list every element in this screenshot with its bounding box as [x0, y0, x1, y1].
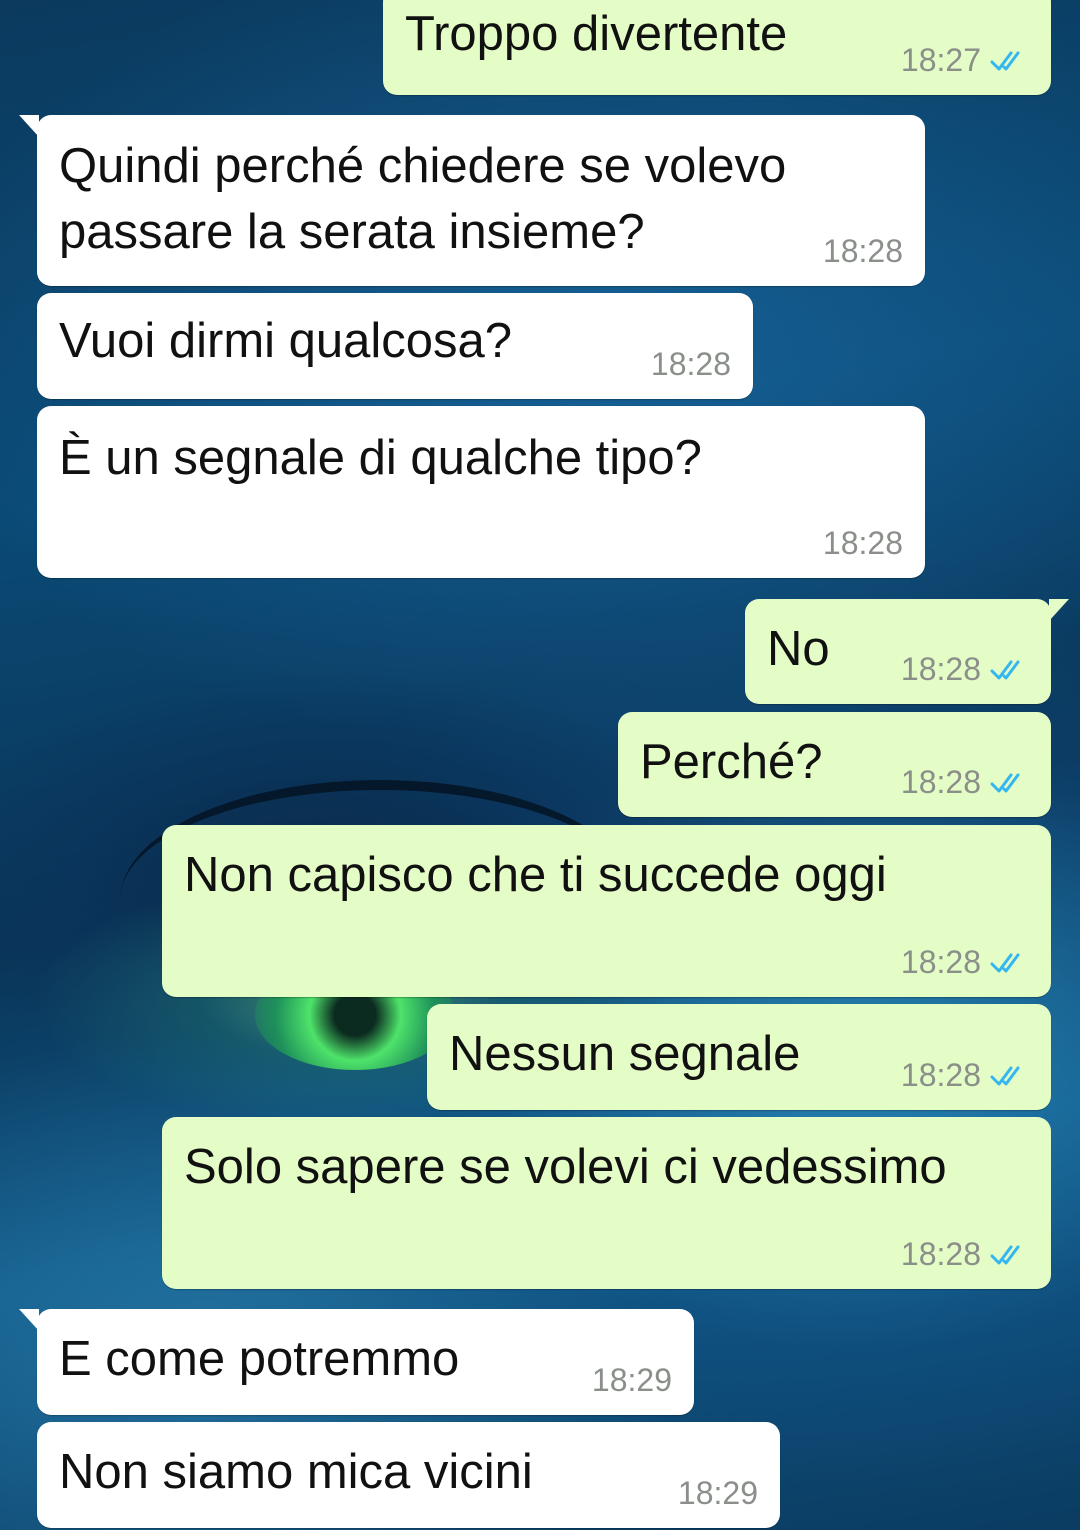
message-text: Solo sapere se volevi ci vedessimo: [184, 1140, 947, 1194]
message-time: 18:29: [591, 1362, 672, 1398]
message-bubble-outgoing[interactable]: Troppo divertente 18:27: [383, 0, 1051, 95]
message-meta: 18:27: [901, 42, 1029, 79]
message-text: Non capisco che ti succede oggi: [184, 848, 887, 902]
message-time: 18:28: [650, 346, 731, 382]
message-meta: 18:28: [901, 1057, 1029, 1094]
message-time: 18:28: [900, 651, 981, 687]
read-double-tick-icon: [990, 1066, 1020, 1085]
read-double-tick-icon: [990, 773, 1020, 792]
message-bubble-outgoing[interactable]: Perché? 18:28: [618, 712, 1051, 817]
message-meta: 18:28: [901, 651, 1029, 688]
message-bubble-incoming[interactable]: È un segnale di qualche tipo? 18:28: [37, 406, 925, 578]
message-text: E come potremmo: [59, 1332, 460, 1386]
message-text: È un segnale di qualche tipo?: [59, 431, 702, 485]
message-bubble-incoming[interactable]: Quindi perché chiedere se volevo passare…: [19, 115, 925, 286]
message-meta: 18:28: [901, 1236, 1029, 1273]
message-text: No: [767, 622, 830, 676]
message-time: 18:28: [900, 944, 981, 980]
message-bubble-incoming[interactable]: Non siamo mica vicini 18:29: [37, 1422, 780, 1528]
message-bubble-incoming[interactable]: E come potremmo 18:29: [19, 1309, 694, 1415]
bubble-tail: [1049, 599, 1069, 621]
message-bubble-outgoing[interactable]: Non capisco che ti succede oggi 18:28: [162, 825, 1051, 997]
message-bubble-incoming[interactable]: Vuoi dirmi qualcosa? 18:28: [37, 293, 753, 399]
message-meta: 18:28: [823, 233, 903, 270]
message-text: Non siamo mica vicini: [59, 1445, 533, 1499]
message-text: Troppo divertente: [405, 7, 788, 61]
message-meta: 18:28: [901, 764, 1029, 801]
message-bubble-outgoing[interactable]: No 18:28: [745, 599, 1069, 704]
read-double-tick-icon: [990, 1245, 1020, 1264]
message-time: 18:27: [900, 42, 981, 78]
bubble-tail: [19, 1309, 39, 1331]
message-time: 18:28: [822, 525, 903, 561]
message-bubble-outgoing[interactable]: Nessun segnale 18:28: [427, 1004, 1051, 1110]
read-double-tick-icon: [990, 953, 1020, 972]
message-meta: 18:28: [901, 944, 1029, 981]
message-text: Vuoi dirmi qualcosa?: [59, 314, 513, 368]
bubble-tail: [19, 115, 39, 137]
message-meta: 18:29: [592, 1362, 672, 1399]
read-double-tick-icon: [990, 51, 1020, 70]
message-meta: 18:29: [678, 1475, 758, 1512]
message-time: 18:28: [900, 1057, 981, 1093]
message-text: Nessun segnale: [449, 1027, 801, 1081]
message-meta: 18:28: [651, 346, 731, 383]
message-text: Perché?: [640, 735, 823, 789]
message-time: 18:28: [822, 233, 903, 269]
message-bubble-outgoing[interactable]: Solo sapere se volevi ci vedessimo 18:28: [162, 1117, 1051, 1289]
message-time: 18:28: [900, 1236, 981, 1272]
message-meta: 18:28: [823, 525, 903, 562]
message-text: Quindi perché chiedere se volevo passare…: [59, 139, 787, 259]
message-time: 18:29: [677, 1475, 758, 1511]
read-double-tick-icon: [990, 660, 1020, 679]
message-time: 18:28: [900, 764, 981, 800]
